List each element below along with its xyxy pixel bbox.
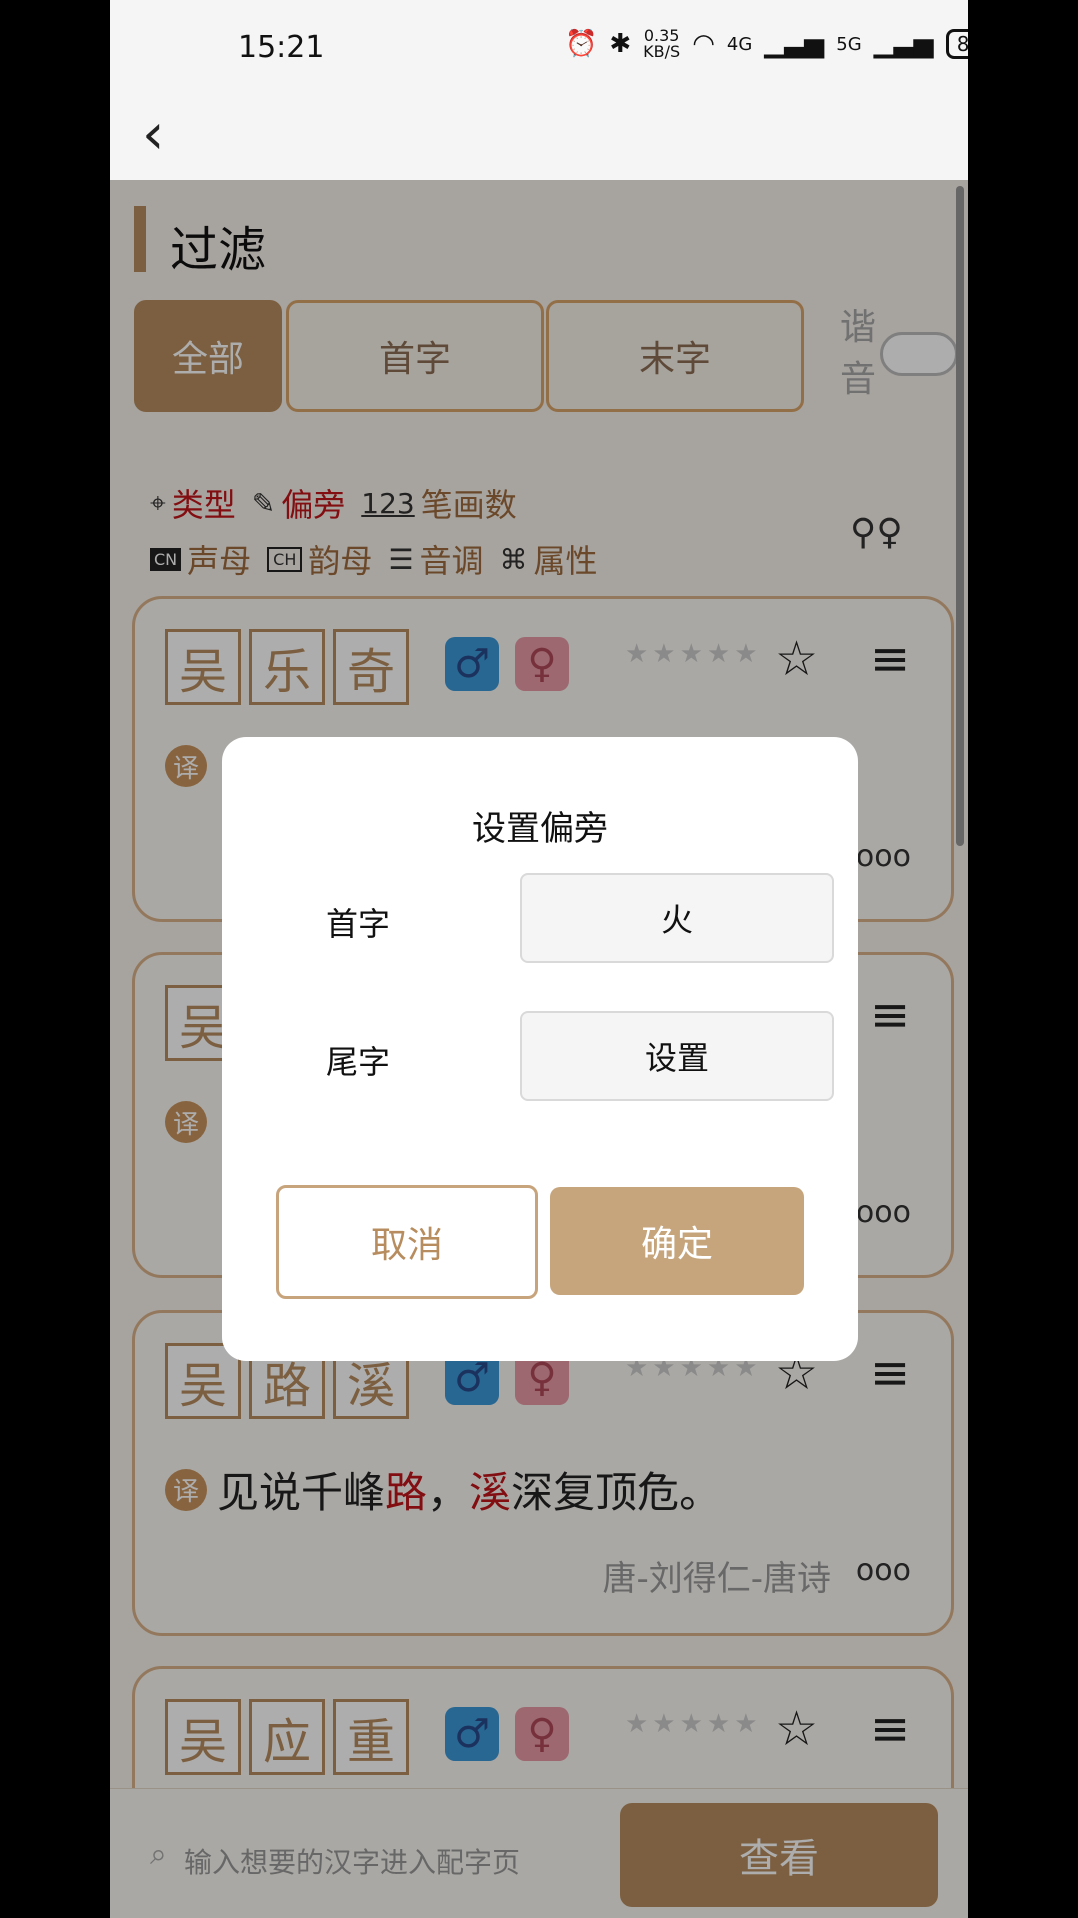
last-char-radical-button[interactable]: 设置: [520, 1011, 834, 1101]
status-icons: ⏰ ✱ 0.35 KB/S ◠ 4G ▁▃▅ 5G ▁▃▅ 84 ⚡: [565, 28, 968, 60]
network-speed: 0.35 KB/S: [643, 28, 680, 60]
signal-4g-label: 4G: [726, 33, 753, 55]
first-char-radical-button[interactable]: 火: [520, 873, 834, 963]
signal-4g-icon: ▁▃▅: [764, 29, 825, 59]
dialog-title: 设置偏旁: [472, 809, 608, 849]
cancel-button[interactable]: 取消: [276, 1185, 538, 1299]
status-bar: 15:21 ⏰ ✱ 0.35 KB/S ◠ 4G ▁▃▅ 5G ▁▃▅ 84 ⚡: [110, 0, 968, 92]
bluetooth-icon: ✱: [609, 29, 632, 59]
back-arrow-icon[interactable]: ‹: [142, 102, 164, 167]
network-speed-unit: KB/S: [643, 42, 681, 61]
scrollbar[interactable]: [956, 186, 964, 846]
status-time: 15:21: [238, 30, 325, 65]
signal-5g-icon: ▁▃▅: [873, 29, 934, 59]
alarm-icon: ⏰: [565, 29, 598, 59]
last-char-label: 尾字: [326, 1043, 391, 1081]
radical-dialog: 设置偏旁 首字 火 尾字 设置 取消 确定: [222, 737, 858, 1361]
first-char-label: 首字: [326, 905, 391, 943]
top-nav-bar: ‹: [110, 92, 968, 180]
wifi-icon: ◠: [692, 29, 715, 59]
confirm-button[interactable]: 确定: [550, 1187, 804, 1295]
signal-5g-label: 5G: [836, 33, 862, 55]
battery-indicator: 84: [945, 29, 968, 59]
